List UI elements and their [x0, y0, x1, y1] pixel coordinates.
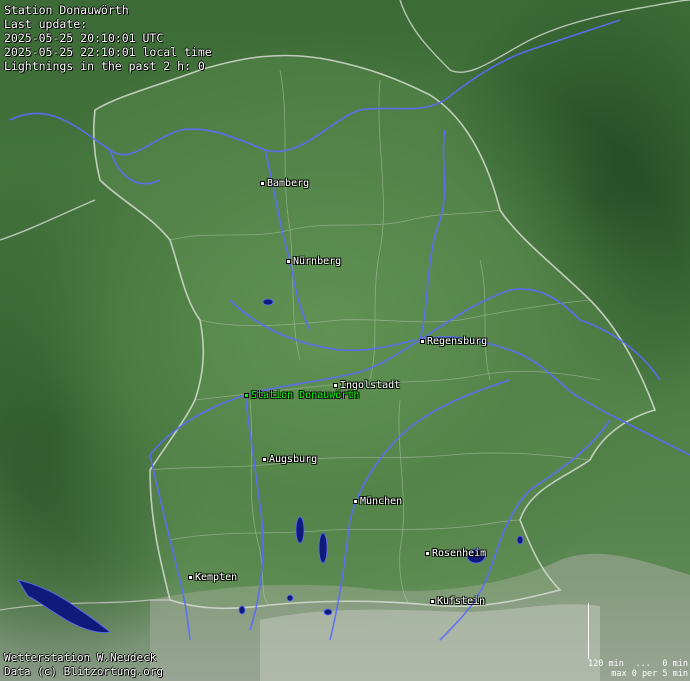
city-label: Kufstein	[437, 596, 486, 607]
credits: Wetterstation W.Neudeck Data (c) Blitzort…	[4, 651, 163, 679]
river-lech	[244, 394, 264, 631]
city-marker-icon	[262, 457, 267, 462]
legend-sub: max 0 per 5 min	[611, 669, 688, 679]
city-marker-icon	[188, 575, 193, 580]
legend-right: 0 min	[662, 659, 688, 669]
city-bamberg[interactable]: Bamberg	[260, 178, 309, 189]
local-time: 2025-05-25 22:10:01 local time	[4, 45, 212, 59]
legend-scale: 120 min ... 0 min	[588, 659, 688, 669]
city-kempten[interactable]: Kempten	[188, 572, 237, 583]
city-kufstein[interactable]: Kufstein	[430, 596, 485, 607]
station-info: Station Donauwörth Last update: 2025-05-25…	[4, 3, 212, 73]
station-marker[interactable]: Station Donauwörth	[244, 390, 359, 401]
station-marker-icon	[244, 393, 249, 398]
lake-starnberg	[318, 532, 328, 564]
city-muenchen[interactable]: München	[353, 496, 402, 507]
river-iller	[149, 454, 191, 641]
last-update-label: Last update:	[4, 17, 88, 31]
city-label: Nürnberg	[293, 256, 342, 267]
city-marker-icon	[420, 339, 425, 344]
city-augsburg[interactable]: Augsburg	[262, 454, 317, 465]
credits-line-1: Wetterstation W.Neudeck	[4, 651, 157, 664]
city-label: Regensburg	[427, 336, 488, 347]
city-label: Kempten	[195, 572, 238, 583]
lakes	[17, 298, 524, 633]
legend-dots: ...	[635, 659, 651, 669]
river-regen	[419, 288, 581, 341]
river-inn	[439, 419, 611, 641]
river-danube	[149, 335, 690, 456]
rivers	[9, 19, 690, 641]
city-marker-icon	[260, 181, 265, 186]
lake-brombachsee	[262, 298, 274, 306]
station-label: Station Donauwörth	[251, 390, 360, 401]
city-nuernberg[interactable]: Nürnberg	[286, 256, 341, 267]
credits-line-2: Data (c) Blitzortung.org	[4, 665, 163, 678]
city-marker-icon	[425, 551, 430, 556]
map-rivers-layer	[9, 19, 690, 641]
station-title: Station Donauwörth	[4, 3, 129, 17]
legend-left: 120 min	[588, 659, 624, 669]
city-marker-icon	[286, 259, 291, 264]
city-marker-icon	[430, 599, 435, 604]
utc-time: 2025-05-25 20:10:01 UTC	[4, 31, 164, 45]
city-marker-icon	[333, 383, 338, 388]
legend-bar	[588, 603, 688, 659]
city-label: München	[360, 496, 403, 507]
lake-constance	[17, 579, 111, 633]
lightning-count: Lightnings in the past 2 h: 0	[4, 59, 205, 73]
river-main	[9, 99, 446, 156]
river-altmuehl	[229, 299, 416, 352]
city-label: Augsburg	[269, 454, 318, 465]
city-label: Rosenheim	[432, 548, 487, 559]
lake-ammersee	[295, 516, 305, 544]
city-rosenheim[interactable]: Rosenheim	[425, 548, 486, 559]
lightning-map[interactable]: Station Donauwörth Last update: 2025-05-25…	[0, 0, 690, 681]
city-marker-icon	[353, 499, 358, 504]
river-naab	[419, 129, 446, 341]
city-label: Bamberg	[267, 178, 310, 189]
time-legend: 120 min ... 0 min max 0 per 5 min	[588, 603, 688, 679]
city-regensburg[interactable]: Regensburg	[420, 336, 487, 347]
